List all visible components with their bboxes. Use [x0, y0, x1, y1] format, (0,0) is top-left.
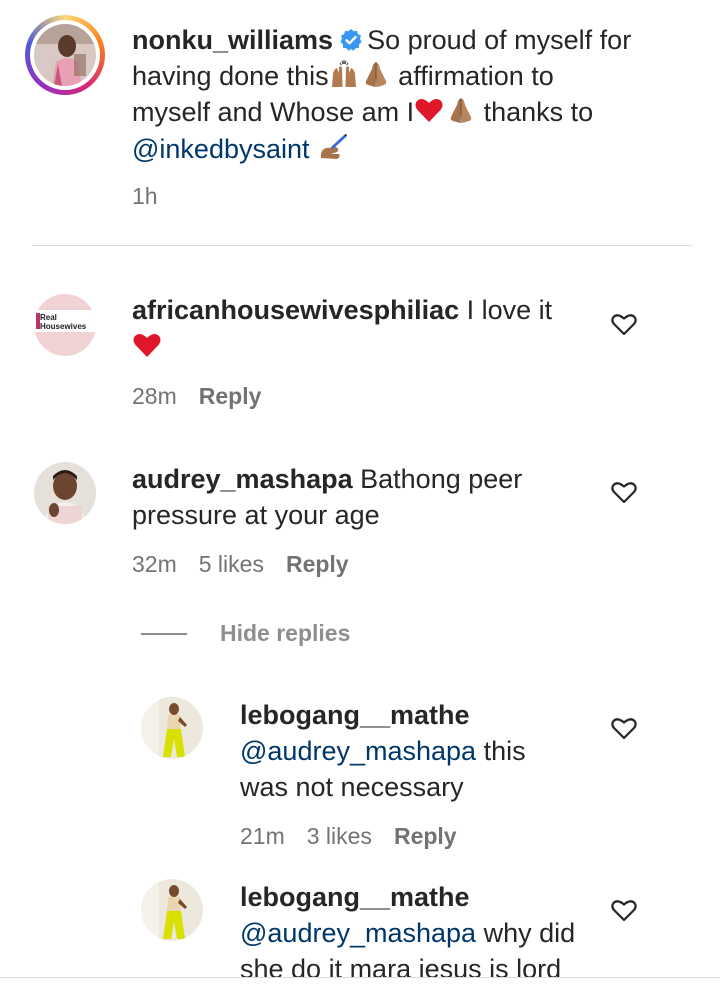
reply-1-line-3: was not necessary: [240, 769, 464, 806]
reply-1-likes[interactable]: 3 likes: [307, 823, 372, 849]
reply-2-mention[interactable]: @audrey_mashapa: [240, 918, 476, 948]
like-heart-icon[interactable]: [611, 480, 637, 504]
reply-1-meta: 21m 3 likes Reply: [240, 822, 479, 850]
verified-badge-icon: [340, 29, 362, 51]
reply-2-text-1: why did: [483, 918, 576, 948]
caption-username[interactable]: nonku_williams: [132, 25, 333, 55]
comment-2-text-1: Bathong peer: [360, 464, 523, 494]
caption-text-2a: having done this: [132, 61, 329, 91]
comment-2-time: 32m: [132, 551, 177, 577]
caption-text-3a: myself and Whose am I: [132, 97, 415, 127]
comment-1-text: I love it: [466, 295, 553, 325]
like-heart-icon[interactable]: [611, 312, 637, 336]
red-heart-emoji: [133, 333, 161, 357]
avatar-logo-text-1: Real: [40, 313, 57, 322]
reply-1-line-1: lebogang__mathe: [240, 697, 470, 734]
reply-1-text-1: this: [483, 736, 526, 766]
comment-2-likes[interactable]: 5 likes: [199, 551, 264, 577]
comment-1-line-1: africanhousewivesphiliac I love it: [132, 292, 552, 329]
comment-2-line-1: audrey_mashapa Bathong peer: [132, 461, 522, 498]
avatar-lebogang-mathe[interactable]: [141, 697, 203, 759]
caption-text-2b: affirmation to: [398, 61, 554, 91]
comment-1-meta: 28m Reply: [132, 382, 283, 410]
caption-text-1: So proud of myself for: [367, 25, 632, 55]
caption-divider: [32, 245, 692, 246]
reply-1-text-2: was not necessary: [240, 772, 464, 802]
bottom-edge: [0, 977, 720, 988]
folded-hands-emoji: [450, 98, 472, 123]
comment-2-line-2: pressure at your age: [132, 497, 380, 534]
reply-1-time: 21m: [240, 823, 285, 849]
comment-1-username[interactable]: africanhousewivesphiliac: [132, 295, 459, 325]
caption-text-3b: thanks to: [483, 97, 594, 127]
avatar-logo-text-2: Housewives: [40, 322, 87, 331]
comment-2-text-2: pressure at your age: [132, 500, 380, 530]
avatar-audrey-mashapa[interactable]: [34, 462, 96, 524]
comment-2-reply-button[interactable]: Reply: [286, 551, 349, 577]
folded-hands-emoji: [365, 62, 386, 87]
hide-replies-button[interactable]: Hide replies: [220, 620, 350, 647]
reply-1-reply-button[interactable]: Reply: [394, 823, 457, 849]
like-heart-icon[interactable]: [611, 716, 637, 740]
comments-screen: nonku_williams So proud of myself for hav…: [0, 0, 720, 988]
hide-replies-line: [141, 633, 187, 635]
caption-line-2: having done this affirmation to: [132, 58, 554, 95]
avatar-nonku-williams[interactable]: [34, 24, 96, 86]
avatar-lebogang-mathe[interactable]: [141, 879, 203, 941]
like-heart-icon[interactable]: [611, 898, 637, 922]
avatar-africanhousewivesphiliac[interactable]: Real Housewives: [34, 294, 96, 356]
reply-2-username[interactable]: lebogang__mathe: [240, 882, 470, 912]
comment-2-username[interactable]: audrey_mashapa: [132, 464, 353, 494]
comment-1-reply-button[interactable]: Reply: [199, 383, 262, 409]
red-heart-emoji: [415, 98, 443, 122]
reply-1-username[interactable]: lebogang__mathe: [240, 700, 470, 730]
comment-1-time: 28m: [132, 383, 177, 409]
reply-2-line-1: lebogang__mathe: [240, 879, 470, 916]
comment-2-meta: 32m 5 likes Reply: [132, 550, 371, 578]
reply-2-line-2: @audrey_mashapa why did: [240, 915, 575, 952]
comment-1-line-2: [132, 329, 162, 366]
caption-line-4: @inkedbysaint: [132, 131, 348, 168]
caption-time: 1h: [132, 183, 158, 209]
reply-1-mention[interactable]: @audrey_mashapa: [240, 736, 476, 766]
caption-line-1: nonku_williams So proud of myself for: [132, 22, 631, 59]
raised-hands-emoji: [331, 60, 356, 87]
caption-mention[interactable]: @inkedbysaint: [132, 134, 310, 164]
caption-line-3: myself and Whose am I thanks to: [132, 94, 593, 131]
reply-1-line-2: @audrey_mashapa this: [240, 733, 526, 770]
writing-hand-emoji: [320, 134, 348, 159]
